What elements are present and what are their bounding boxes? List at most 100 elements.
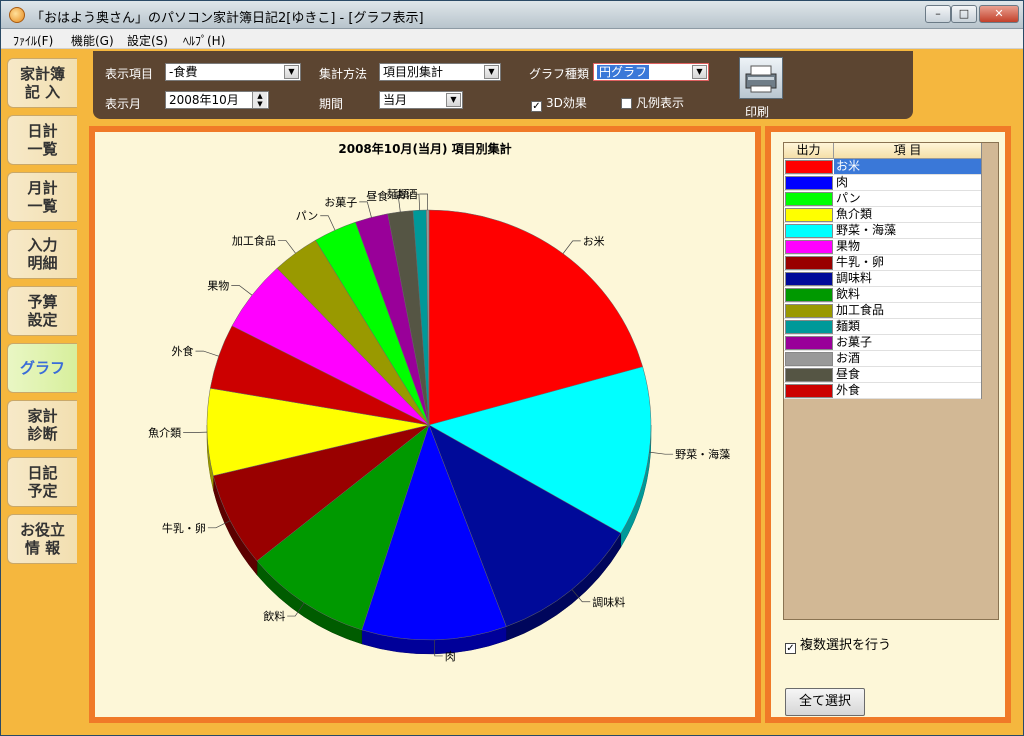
effect-3d-checkbox[interactable]: ✓ 3D効果: [531, 94, 587, 112]
item-label: お菓子: [836, 335, 873, 349]
list-item[interactable]: 牛乳・卵: [784, 255, 981, 271]
menu-help[interactable]: ﾍﾙﾌﾟ(H): [183, 32, 225, 49]
list-item[interactable]: 肉: [784, 175, 981, 191]
display-item-select[interactable]: -食費 ▼: [165, 63, 301, 81]
item-list[interactable]: 出力 項 目 お米肉パン 魚介類野菜・海藻果物 牛乳・卵 調味料 飲料 加工食品麺類 お菓子…: [783, 142, 999, 620]
title-bar[interactable]: 「おはよう奥さん」のパソコン家計簿日記2[ゆきこ] - [グラフ表示] – □ …: [1, 1, 1023, 29]
nav-tab-label: 日記: [27, 464, 58, 482]
list-item[interactable]: 昼食: [784, 367, 981, 383]
slice-label: お米: [583, 235, 605, 248]
header-output: 出力: [784, 143, 834, 158]
item-panel: 出力 項 目 お米肉パン 魚介類野菜・海藻果物 牛乳・卵 調味料 飲料 加工食品麺類 お菓子…: [765, 126, 1011, 723]
list-item[interactable]: 飲料: [784, 287, 981, 303]
slice-label: 加工食品: [232, 233, 276, 247]
menu-function[interactable]: 機能(G): [71, 32, 114, 49]
list-item[interactable]: 果物: [784, 239, 981, 255]
graph-type-select[interactable]: 円グラフ ▼: [593, 63, 709, 81]
slice-leader-line: [419, 193, 429, 211]
nav-tab-1[interactable]: 日計 一覧: [7, 115, 77, 165]
nav-tab-label: 一覧: [27, 197, 58, 215]
nav-tab-2[interactable]: 月計 一覧: [7, 172, 77, 222]
slice-leader-line: [649, 451, 674, 455]
checkmark-icon: ✓: [785, 643, 796, 654]
slice-label: 魚介類: [148, 427, 181, 440]
slice-label: お菓子: [324, 196, 357, 209]
color-swatch: [785, 384, 833, 398]
slice-leader-line: [231, 285, 253, 296]
print-button[interactable]: [739, 57, 783, 99]
pie-chart: お米野菜・海藻調味料肉飲料牛乳・卵魚介類外食果物加工食品パンお菓子 昼食麺類お酒: [148, 188, 730, 663]
print-label: 印刷: [745, 105, 770, 119]
slice-label: 調味料: [592, 595, 625, 609]
multi-select-checkbox[interactable]: ✓ 複数選択を行う: [785, 634, 891, 654]
nav-tab-label: 診断: [27, 425, 58, 443]
color-swatch: [785, 160, 833, 174]
nav-tab-3[interactable]: 入力 明細: [7, 229, 77, 279]
nav-tab-label: 情 報: [24, 539, 61, 557]
slice-label: 昼食: [366, 189, 388, 203]
menu-settings[interactable]: 設定(S): [127, 32, 168, 49]
item-label: 野菜・海藻: [836, 223, 897, 237]
nav-tab-5[interactable]: グラフ: [7, 343, 77, 393]
item-label: お酒: [836, 351, 861, 365]
item-label: 魚介類: [836, 207, 873, 221]
display-month-label: 表示月: [105, 97, 142, 111]
item-label: 加工食品: [836, 303, 885, 317]
header-item: 項 目: [893, 143, 922, 157]
nav-tab-4[interactable]: 予算 設定: [7, 286, 77, 336]
nav-tab-8[interactable]: お役立情 報: [7, 514, 77, 564]
list-item[interactable]: 魚介類: [784, 207, 981, 223]
legend-checkbox[interactable]: 凡例表示: [621, 94, 684, 111]
maximize-button[interactable]: □: [951, 5, 977, 23]
slice-leader-line: [320, 215, 336, 231]
period-select[interactable]: 当月 ▼: [379, 91, 463, 109]
color-swatch: [785, 320, 833, 334]
list-item[interactable]: お菓子: [784, 335, 981, 351]
nav-tab-label: 記 入: [24, 83, 61, 101]
color-swatch: [785, 272, 833, 286]
close-button[interactable]: ✕: [979, 5, 1019, 23]
chevron-down-icon: ▼: [484, 65, 499, 79]
toolbar: 表示項目 -食費 ▼ 集計方法 項目別集計 ▼ グラフ種類 円グラフ ▼ 表示月 20…: [93, 51, 913, 119]
color-swatch: [785, 368, 833, 382]
list-item[interactable]: 野菜・海藻: [784, 223, 981, 239]
list-item[interactable]: お酒: [784, 351, 981, 367]
slice-label: 肉: [445, 650, 456, 663]
aggregation-select[interactable]: 項目別集計 ▼: [379, 63, 501, 81]
nav-tab-6[interactable]: 家計 診断: [7, 400, 77, 450]
chart-panel: 2008年10月(当月) 項目別集計 お米 野菜・海藻 調味料肉飲料 牛乳・卵 魚介類外…: [89, 126, 761, 723]
nav-tab-label: 家計: [27, 407, 58, 425]
select-all-button[interactable]: 全て選択: [785, 688, 865, 716]
slice-label: 牛乳・卵: [162, 521, 206, 535]
display-month-spinner[interactable]: 2008年10月 ▲ ▼: [165, 91, 269, 109]
printer-icon: [745, 65, 777, 93]
nav-tab-0[interactable]: 家計簿記 入: [7, 58, 77, 108]
nav-tab-label: 設定: [27, 311, 58, 329]
list-item[interactable]: 麺類: [784, 319, 981, 335]
list-item[interactable]: 外食: [784, 383, 981, 399]
spin-arrows-icon[interactable]: ▲ ▼: [252, 92, 267, 108]
nav-tab-label: 入力: [27, 236, 58, 254]
menu-file[interactable]: ﾌｧｲﾙ(F): [13, 32, 53, 49]
item-label: お米: [834, 159, 981, 174]
color-swatch: [785, 192, 833, 206]
nav-tab-label: グラフ: [19, 359, 65, 377]
menu-bar: ﾌｧｲﾙ(F) 機能(G) 設定(S) ﾍﾙﾌﾟ(H): [1, 29, 1023, 49]
slice-leader-line: [562, 240, 581, 254]
list-item[interactable]: パン: [784, 191, 981, 207]
color-swatch: [785, 288, 833, 302]
nav-tab-label: 日計: [27, 122, 58, 140]
list-item[interactable]: お米: [784, 159, 981, 175]
checkmark-icon: ✓: [531, 101, 542, 112]
app-icon: [9, 7, 25, 23]
list-item[interactable]: 調味料: [784, 271, 981, 287]
app-window: 「おはよう奥さん」のパソコン家計簿日記2[ゆきこ] - [グラフ表示] – □ …: [0, 0, 1024, 736]
nav-tab-7[interactable]: 日記 予定: [7, 457, 77, 507]
color-swatch: [785, 208, 833, 222]
color-swatch: [785, 352, 833, 366]
nav-tab-label: 予定: [27, 482, 58, 500]
list-item[interactable]: 加工食品: [784, 303, 981, 319]
slice-label: 外食: [172, 344, 194, 358]
slice-label: パン: [296, 210, 319, 223]
minimize-button[interactable]: –: [925, 5, 951, 23]
